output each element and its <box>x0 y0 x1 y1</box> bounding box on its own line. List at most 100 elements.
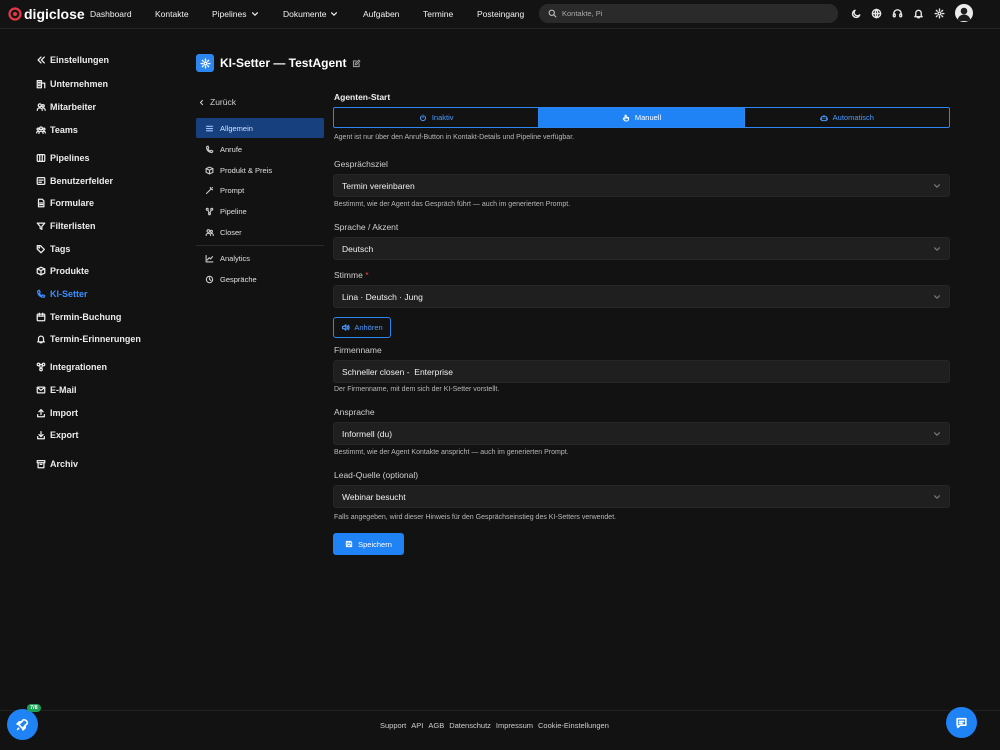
building-icon <box>36 80 46 89</box>
chevron-down-icon <box>331 12 338 16</box>
nav-aufgaben[interactable]: Aufgaben <box>363 9 399 19</box>
company-help: Der Firmenname, mit dem sich der KI-Sett… <box>334 386 500 393</box>
footer-link-support[interactable]: Support <box>380 721 406 730</box>
sidebar-item-termin-buchung[interactable]: Termin-Buchung <box>36 312 121 322</box>
language-select[interactable]: Deutsch <box>333 237 950 260</box>
nav-pipelines-label: Pipelines <box>212 9 247 19</box>
logo[interactable]: digiclose <box>8 6 85 22</box>
agent-start-label: Agenten-Start <box>334 92 391 102</box>
footer-link-impressum[interactable]: Impressum <box>496 721 533 730</box>
subnav-item-produkt-preis[interactable]: Produkt & Preis <box>196 160 324 180</box>
bell-icon[interactable] <box>913 8 924 19</box>
headset-icon[interactable] <box>892 8 903 19</box>
document-icon <box>37 198 45 208</box>
start-option-manuell[interactable]: Manuell <box>538 108 744 127</box>
download-icon <box>37 431 45 440</box>
sidebar-item-unternehmen[interactable]: Unternehmen <box>36 79 108 89</box>
nav-dokumente[interactable]: Dokumente <box>283 9 338 19</box>
subnav-item-pipeline[interactable]: Pipeline <box>196 201 324 221</box>
footer-link-datenschutz[interactable]: Datenschutz <box>449 721 491 730</box>
nav-posteingang[interactable]: Posteingang <box>477 9 524 19</box>
sidebar-item-benutzerfelder[interactable]: Benutzerfelder <box>36 176 113 186</box>
archive-icon <box>36 460 46 469</box>
goal-select[interactable]: Termin vereinbaren <box>333 174 950 197</box>
nav-aufgaben-label: Aufgaben <box>363 9 400 19</box>
back-link[interactable]: Zurück <box>198 97 236 107</box>
back-label: Zurück <box>210 97 236 107</box>
sidebar-item-e-mail[interactable]: E-Mail <box>36 385 77 395</box>
settings-badge <box>196 54 214 72</box>
footer-link-api[interactable]: API <box>411 721 423 730</box>
moon-icon[interactable] <box>851 8 862 19</box>
user-avatar[interactable] <box>955 4 973 22</box>
sidebar-header-einstellungen[interactable]: Einstellungen <box>36 55 109 65</box>
sidebar-item-label: Produkte <box>50 266 90 276</box>
sidebar-item-termin-erinnerungen[interactable]: Termin-Erinnerungen <box>36 334 141 344</box>
start-option-automatisch[interactable]: Automatisch <box>743 108 949 127</box>
search-icon <box>548 9 557 18</box>
sidebar-item-mitarbeiter[interactable]: Mitarbeiter <box>36 102 96 112</box>
nav-dashboard[interactable]: Dashboard <box>90 9 132 19</box>
footer-link-agb[interactable]: AGB <box>428 721 444 730</box>
nav-kontakte[interactable]: Kontakte <box>155 9 189 19</box>
subnav-item-gespraeche[interactable]: Gespräche <box>196 269 324 289</box>
sidebar-item-label: Export <box>50 430 79 440</box>
subnav-item-allgemein[interactable]: Allgemein <box>196 118 324 138</box>
sidebar-item-import[interactable]: Import <box>36 408 78 418</box>
sidebar-item-filterlisten[interactable]: Filterlisten <box>36 221 96 231</box>
globe-icon[interactable] <box>871 8 882 19</box>
company-name-field[interactable]: Schneller closen - Enterprise <box>333 360 950 383</box>
start-option-inaktiv[interactable]: Inaktiv <box>334 108 538 127</box>
workflow-icon <box>205 207 214 215</box>
sidebar-item-produkte[interactable]: Produkte <box>36 266 89 276</box>
page-header: KI-Setter — TestAgent <box>196 54 361 72</box>
onboarding-launcher-button[interactable] <box>7 709 38 740</box>
subnav-item-prompt[interactable]: Prompt <box>196 180 324 200</box>
sidebar-item-label: Filterlisten <box>50 221 96 231</box>
edit-title-button[interactable] <box>352 59 361 68</box>
nav-termine[interactable]: Termine <box>423 9 453 19</box>
sidebar-item-pipelines[interactable]: Pipelines <box>36 153 90 163</box>
sidebar-item-formulare[interactable]: Formulare <box>36 198 94 208</box>
subnav-item-label: Produkt & Preis <box>220 165 273 175</box>
subnav-item-analytics[interactable]: Analytics <box>196 248 324 268</box>
subnav-item-label: Analytics <box>220 253 251 263</box>
filter-icon <box>36 222 46 230</box>
gear-icon[interactable] <box>934 8 945 19</box>
listen-label: Anhören <box>354 323 383 332</box>
lead-source-select[interactable]: Webinar besucht <box>333 485 950 508</box>
address-select[interactable]: Informell (du) <box>333 422 950 445</box>
sidebar-item-export[interactable]: Export <box>36 430 79 440</box>
address-help: Bestimmt, wie der Agent Kontakte anspric… <box>334 449 569 456</box>
agent-start-segmented-control: Inaktiv Manuell Automatisch <box>333 107 950 128</box>
save-button[interactable]: Speichern <box>333 533 404 555</box>
voice-select[interactable]: Lina · Deutsch · Jung <box>333 285 950 308</box>
language-label: Sprache / Akzent <box>334 222 399 232</box>
voice-label-text: Stimme <box>334 270 363 280</box>
sidebar-item-ki-setter[interactable]: KI-Setter <box>36 289 88 299</box>
chevron-down-icon <box>934 432 940 436</box>
sidebar-header-label: Einstellungen <box>50 55 110 65</box>
subnav-item-anrufe[interactable]: Anrufe <box>196 139 324 159</box>
chat-button[interactable] <box>946 707 977 738</box>
lead-source-value: Webinar besucht <box>342 491 406 502</box>
agent-start-help: Agent ist nur über den Anruf-Button in K… <box>334 134 575 141</box>
global-search[interactable] <box>539 4 838 23</box>
voice-value: Lina · Deutsch · Jung <box>342 291 423 302</box>
subnav-item-closer[interactable]: Closer <box>196 222 324 242</box>
listen-button[interactable]: Anhören <box>333 317 391 338</box>
start-option-label: Automatisch <box>832 113 874 122</box>
sidebar-item-tags[interactable]: Tags <box>36 244 70 254</box>
sidebar-item-integrationen[interactable]: Integrationen <box>36 362 107 372</box>
sidebar-item-teams[interactable]: Teams <box>36 125 78 135</box>
footer-link-cookie-einstellungen[interactable]: Cookie-Einstellungen <box>538 721 609 730</box>
sidebar-item-label: Archiv <box>50 459 79 469</box>
subnav-item-label: Pipeline <box>220 206 247 216</box>
nav-pipelines[interactable]: Pipelines <box>212 9 259 19</box>
company-label: Firmenname <box>334 345 382 355</box>
search-input[interactable] <box>562 9 822 18</box>
integrations-icon <box>36 362 46 372</box>
hand-pointer-icon <box>622 114 629 121</box>
sidebar-item-archiv[interactable]: Archiv <box>36 459 78 469</box>
edit-icon <box>353 59 361 67</box>
